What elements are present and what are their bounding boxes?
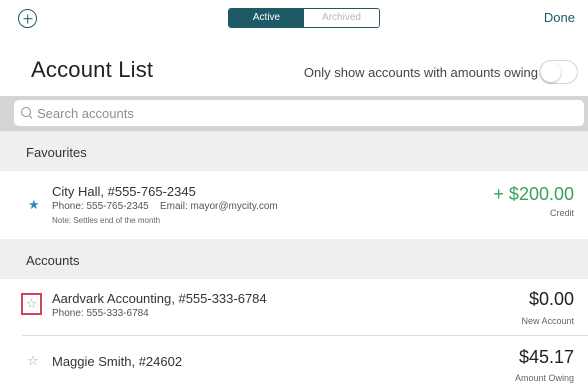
star-outline-icon[interactable]: ☆	[27, 354, 39, 367]
search-input[interactable]	[37, 105, 557, 121]
account-row-city-hall[interactable]: ★ City Hall, #555-765-2345 Phone: 555-76…	[0, 171, 588, 239]
account-amount-label: Credit	[549, 208, 574, 218]
top-bar: Active Archived Done	[0, 0, 588, 40]
amounts-owing-toggle[interactable]	[539, 60, 578, 84]
account-amount: + $200.00	[493, 184, 574, 204]
favourites-section-title: Favourites	[26, 145, 87, 160]
account-email: Email: mayor@mycity.com	[160, 201, 278, 212]
active-archived-segmented-control: Active Archived	[228, 8, 380, 28]
account-amount: $45.17	[518, 347, 574, 367]
favourite-star-toggle[interactable]: ☆	[21, 293, 42, 315]
account-phone: Phone: 555-333-6784	[52, 308, 149, 319]
tab-archived[interactable]: Archived	[304, 9, 379, 27]
tab-active[interactable]: Active	[229, 9, 304, 27]
page-header: Account List Only show accounts with amo…	[0, 40, 588, 96]
search-bar	[0, 96, 588, 131]
page-title: Account List	[31, 57, 154, 82]
amounts-owing-filter-label: Only show accounts with amounts owing	[303, 65, 538, 80]
account-title: Aardvark Accounting, #555-333-6784	[52, 291, 267, 306]
search-box	[14, 100, 584, 126]
account-title: City Hall, #555-765-2345	[52, 184, 196, 199]
accounts-section-title: Accounts	[26, 253, 80, 268]
add-account-button[interactable]	[18, 9, 37, 28]
account-row-maggie-smith[interactable]: ☆ Maggie Smith, #24602 $45.17 Amount Owi…	[0, 336, 588, 390]
toggle-knob	[541, 62, 561, 82]
account-amount-label: Amount Owing	[514, 373, 574, 383]
account-amount: $0.00	[528, 289, 574, 309]
done-button[interactable]: Done	[544, 10, 575, 25]
accounts-section-header: Accounts	[0, 239, 588, 279]
star-outline-icon: ☆	[25, 296, 38, 311]
account-amount-label: New Account	[521, 316, 574, 326]
account-row-aardvark[interactable]: Aardvark Accounting, #555-333-6784 Phone…	[0, 279, 588, 335]
account-note: Note: Settles end of the month	[52, 216, 161, 225]
account-phone: Phone: 555-765-2345	[52, 201, 149, 212]
search-icon	[21, 107, 33, 119]
favourites-section-header: Favourites	[0, 131, 588, 171]
star-filled-icon[interactable]: ★	[28, 198, 40, 211]
account-title: Maggie Smith, #24602	[52, 354, 183, 369]
